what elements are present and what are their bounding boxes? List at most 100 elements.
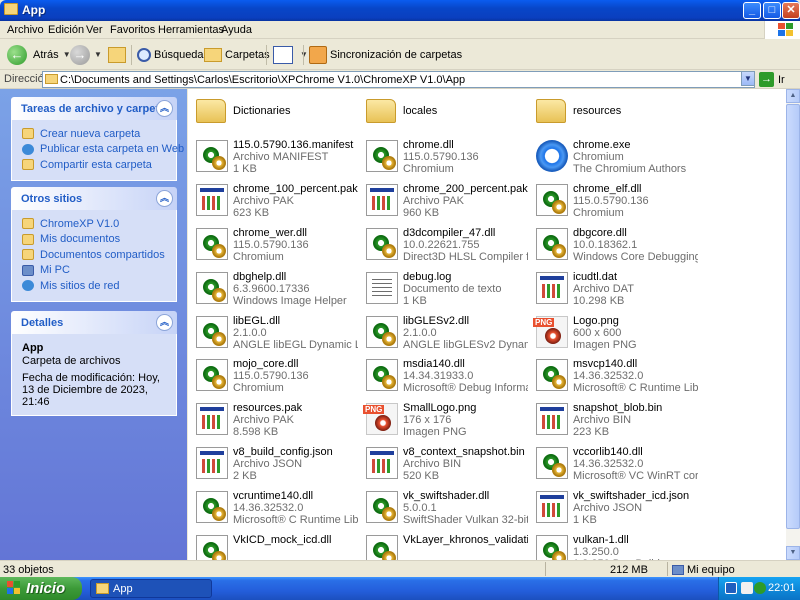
menu-edicion[interactable]: Edición (48, 24, 84, 36)
file-item[interactable]: dbgcore.dll 10.0.18362.1 Windows Core Debu… (528, 225, 698, 265)
volume-icon[interactable] (741, 582, 753, 594)
folder-item[interactable]: Dictionaries (188, 93, 356, 133)
menu-archivo[interactable]: Archivo (7, 24, 44, 36)
file-detail: 600 x 600 (573, 326, 622, 339)
panel-header[interactable]: Detalles ︽ (11, 311, 177, 334)
up-button[interactable] (108, 43, 129, 66)
file-item[interactable]: libEGL.dll2.1.0.0ANGLE libEGL Dynamic Li… (188, 313, 358, 353)
file-detail: 1 KB (573, 514, 597, 527)
file-name: chrome_wer.dll (233, 226, 307, 239)
minimize-button[interactable]: _ (743, 2, 761, 19)
status-size: 212 MB (610, 564, 648, 576)
collapse-chevron-icon[interactable]: ︽ (156, 100, 173, 117)
title-bar[interactable]: App _ □ ✕ (0, 0, 800, 21)
share-folder-link[interactable]: Compartir esta carpeta (22, 157, 176, 173)
file-name: VkICD_mock_icd.dll (233, 534, 332, 546)
file-item[interactable]: chrome.dll 115.0.5790.136 Chromium (358, 137, 526, 177)
vertical-scrollbar[interactable]: ▲ ▼ (786, 89, 800, 560)
file-name: msvcp140.dll (573, 358, 638, 371)
search-button[interactable]: Búsqueda (137, 43, 204, 66)
place-chromexp[interactable]: ChromeXP V1.0 (22, 216, 176, 232)
place-network[interactable]: Mis sitios de red (22, 278, 176, 294)
file-item[interactable]: snapshot_blob.bin Archivo BIN 223 KB (528, 400, 696, 440)
menu-ayuda[interactable]: Ayuda (221, 24, 252, 36)
file-name: resources (573, 105, 622, 117)
new-folder-icon (22, 128, 34, 140)
link-label: Documentos compartidos (40, 248, 165, 261)
file-item[interactable]: SmallLogo.png176 x 176Imagen PNG (358, 400, 526, 440)
scroll-down-icon[interactable]: ▼ (786, 546, 800, 560)
scroll-up-icon[interactable]: ▲ (786, 89, 800, 103)
file-item[interactable]: dbghelp.dll 6.3.9600.17336 Windows Image H… (188, 269, 356, 309)
file-item[interactable]: icudtl.dat Archivo DAT 10.298 KB (528, 269, 696, 309)
network-icon[interactable] (725, 582, 737, 594)
maximize-button[interactable]: □ (763, 2, 781, 19)
scroll-thumb[interactable] (786, 104, 800, 529)
file-item[interactable]: VkICD_mock_icd.dll (188, 532, 356, 560)
place-my-computer[interactable]: Mi PC (22, 263, 176, 279)
bin-icon (196, 403, 228, 436)
toolbar: ← Atrás ▼ → ▼ Búsqueda Carpetas ▼ Sincro… (0, 39, 800, 70)
globe-icon (22, 143, 34, 155)
file-item[interactable]: chrome.exe Chromium The Chromium Authors (528, 137, 696, 177)
file-item[interactable]: VkLayer_khronos_validation.dll (358, 532, 528, 560)
menu-ver[interactable]: Ver (86, 24, 103, 36)
forward-button[interactable]: → ▼ (70, 43, 102, 66)
close-button[interactable]: ✕ (782, 2, 800, 19)
menu-favoritos[interactable]: Favoritos (110, 24, 155, 36)
file-item[interactable]: chrome_100_percent.pak Archivo PAK 623 KB (188, 181, 358, 221)
file-item[interactable]: Logo.png600 x 600Imagen PNG (528, 313, 696, 353)
file-item[interactable]: v8_context_snapshot.bin Archivo BIN 520 KB (358, 444, 526, 484)
collapse-chevron-icon[interactable]: ︽ (156, 314, 173, 331)
file-item[interactable]: mojo_core.dll 115.0.5790.136 Chromium (188, 356, 356, 396)
place-my-documents[interactable]: Mis documentos (22, 232, 176, 248)
collapse-chevron-icon[interactable]: ︽ (156, 190, 173, 207)
file-item[interactable]: vulkan-1.dll1.3.250.01.3.250.Dev Build (528, 532, 696, 560)
file-item[interactable]: d3dcompiler_47.dll 10.0.22621.755 Direct3D… (358, 225, 528, 265)
file-item[interactable]: libGLESv2.dll 2.1.0.0 ANGLE libGLESv2 Dyna… (358, 313, 528, 353)
folder-item[interactable]: locales (358, 93, 526, 133)
file-item[interactable]: vcruntime140.dll 14.36.32532.0 Microsoft® … (188, 488, 358, 528)
dll-icon (196, 491, 228, 524)
file-name: chrome_200_percent.pak (403, 182, 528, 195)
place-shared-documents[interactable]: Documentos compartidos (22, 247, 176, 263)
folder-sync-button[interactable]: Sincronización de carpetas (309, 43, 462, 66)
file-detail: 2.1.0.0 (403, 326, 437, 339)
file-item[interactable]: vk_swiftshader.dll 5.0.0.1 SwiftShader Vul… (358, 488, 528, 528)
taskbar: Inicio App 22:01 (0, 577, 800, 600)
file-item[interactable]: chrome_elf.dll 115.0.5790.136 Chromium (528, 181, 696, 221)
file-item[interactable]: vccorlib140.dll 14.36.32532.0 Microsoft® V… (528, 444, 698, 484)
file-item[interactable]: debug.log Documento de texto 1 KB (358, 269, 526, 309)
file-name: d3dcompiler_47.dll (403, 226, 496, 239)
start-button[interactable]: Inicio (0, 577, 82, 600)
new-folder-link[interactable]: Crear nueva carpeta (22, 126, 176, 142)
file-name: snapshot_blob.bin (573, 402, 663, 415)
publish-web-link[interactable]: Publicar esta carpeta en Web (22, 142, 184, 158)
panel-header[interactable]: Tareas de archivo y carpeta ︽ (11, 97, 177, 120)
file-item[interactable]: msvcp140.dll 14.36.32532.0 Microsoft® C Ru… (528, 356, 698, 396)
file-item[interactable]: chrome_200_percent.pak Archivo PAK 960 KB (358, 181, 528, 221)
security-icon[interactable] (754, 582, 766, 594)
panel-header[interactable]: Otros sitios ︽ (11, 187, 177, 210)
taskbar-app-button[interactable]: App (90, 579, 212, 598)
file-item[interactable]: chrome_wer.dll 115.0.5790.136 Chromium (188, 225, 356, 265)
file-detail: Imagen PNG (573, 338, 637, 351)
back-button[interactable]: ← Atrás ▼ (7, 43, 71, 66)
folder-item[interactable]: resources (528, 93, 696, 133)
folders-button[interactable]: Carpetas (204, 43, 270, 66)
file-name: libEGL.dll (233, 314, 281, 327)
file-item[interactable]: v8_build_config.json Archivo JSON 2 KB (188, 444, 356, 484)
file-item[interactable]: resources.pak Archivo PAK 8.598 KB (188, 400, 356, 440)
chevron-down-icon[interactable]: ▼ (94, 50, 102, 59)
address-dropdown-button[interactable]: ▼ (741, 71, 755, 86)
search-icon (137, 47, 151, 62)
menu-herramientas[interactable]: Herramientas (158, 24, 224, 36)
documents-folder-icon (22, 233, 34, 245)
file-item[interactable]: vk_swiftshader_icd.json Archivo JSON 1 KB (528, 488, 696, 528)
go-button[interactable]: → Ir (759, 71, 785, 88)
file-item[interactable]: 115.0.5790.136.manifest Archivo MANIFEST 1… (188, 137, 356, 177)
file-item[interactable]: msdia140.dll 14.34.31933.0 Microsoft® Debu… (358, 356, 528, 396)
sync-label: Sincronización de carpetas (330, 48, 463, 61)
dll-icon (196, 315, 228, 348)
address-field[interactable]: C:\Documents and Settings\Carlos\Escrito… (42, 71, 755, 88)
